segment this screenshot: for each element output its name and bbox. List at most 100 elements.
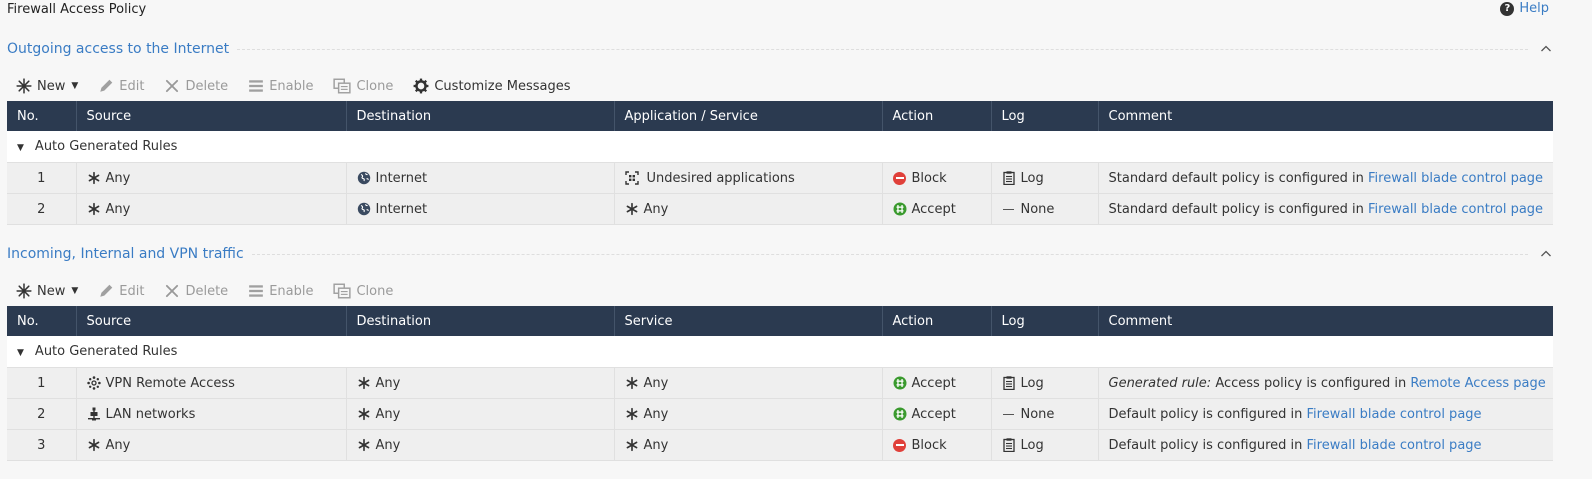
- rule-action: Block: [911, 170, 947, 186]
- clone-label: Clone: [356, 283, 394, 299]
- column-header-action[interactable]: Action: [882, 306, 992, 336]
- rule-service: Undesired applications: [646, 170, 795, 186]
- block-icon: [893, 171, 906, 185]
- delete-label: Delete: [185, 78, 229, 94]
- rule-comment: Default policy is configured in: [1108, 406, 1307, 422]
- rule-destination: Any: [375, 406, 401, 422]
- rule-source: Any: [105, 437, 131, 453]
- dropdown-caret-icon[interactable]: ▼: [71, 81, 78, 91]
- column-header-comment[interactable]: Comment: [1098, 101, 1553, 131]
- column-header-no[interactable]: No.: [7, 306, 77, 336]
- asterisk-icon: [357, 438, 371, 452]
- block-icon: [893, 438, 906, 452]
- rule-log: Log: [1020, 437, 1044, 453]
- table-header-row: No. Source Destination Service Action Lo…: [7, 306, 1553, 336]
- clone-button[interactable]: Clone: [333, 78, 393, 94]
- rule-destination: Internet: [375, 170, 428, 186]
- firewall-blade-control-page-link[interactable]: Firewall blade control page: [1307, 407, 1482, 422]
- rule-action: Accept: [911, 375, 956, 391]
- asterisk-icon: [87, 438, 101, 452]
- rule-log: None: [1020, 406, 1055, 422]
- firewall-blade-control-page-link[interactable]: Firewall blade control page: [1368, 171, 1543, 186]
- rule-source: Any: [105, 201, 131, 217]
- rule-service: Any: [643, 437, 669, 453]
- list-icon: [248, 283, 264, 299]
- table-row[interactable]: 2 Any Internet Any Accept None Standard …: [7, 193, 1553, 225]
- globe-icon: [357, 171, 371, 185]
- new-button[interactable]: New ▼: [16, 283, 78, 299]
- column-header-log[interactable]: Log: [991, 101, 1099, 131]
- delete-button[interactable]: Delete: [164, 283, 228, 299]
- expand-caret-icon[interactable]: ▼: [17, 143, 24, 153]
- column-header-source[interactable]: Source: [76, 306, 347, 336]
- column-header-service[interactable]: Application / Service: [614, 101, 883, 131]
- column-header-comment[interactable]: Comment: [1098, 306, 1553, 336]
- help-icon: ?: [1500, 1, 1515, 16]
- network-icon: [87, 407, 101, 421]
- section-title: Incoming, Internal and VPN traffic: [7, 246, 244, 262]
- rule-service: Any: [643, 375, 669, 391]
- pencil-icon: [98, 78, 114, 94]
- edit-button[interactable]: Edit: [98, 78, 144, 94]
- new-label: New: [37, 78, 66, 94]
- dropdown-caret-icon[interactable]: ▼: [71, 286, 78, 296]
- firewall-blade-control-page-link[interactable]: Firewall blade control page: [1307, 438, 1482, 453]
- remote-access-page-link[interactable]: Remote Access page: [1410, 376, 1545, 391]
- page-title: Firewall Access Policy: [7, 2, 147, 17]
- rule-source: Any: [105, 170, 131, 186]
- group-label: Auto Generated Rules: [34, 344, 178, 359]
- none-dash-icon: [1003, 208, 1014, 210]
- table-row[interactable]: 1 Any Internet Undesired applications Bl…: [7, 162, 1553, 194]
- rule-log: Log: [1020, 170, 1044, 186]
- rule-service: Any: [643, 201, 669, 217]
- column-header-action[interactable]: Action: [882, 101, 992, 131]
- new-icon: [16, 78, 32, 94]
- rule-comment: Default policy is configured in: [1108, 437, 1307, 453]
- table-row[interactable]: 3 Any Any Any Block Log Default policy i…: [7, 429, 1553, 461]
- log-icon: [1002, 376, 1016, 390]
- collapse-chevron-up-icon[interactable]: [1540, 248, 1552, 260]
- column-header-service[interactable]: Service: [614, 306, 883, 336]
- delete-button[interactable]: Delete: [164, 78, 228, 94]
- enable-button[interactable]: Enable: [248, 283, 313, 299]
- column-header-no[interactable]: No.: [7, 101, 77, 131]
- accept-icon: [893, 407, 907, 421]
- toolbar-incoming: New ▼ Edit Delete Enable Clone: [16, 281, 413, 301]
- new-label: New: [37, 283, 66, 299]
- enable-button[interactable]: Enable: [248, 78, 313, 94]
- edit-label: Edit: [119, 78, 145, 94]
- close-icon: [164, 283, 180, 299]
- column-header-log[interactable]: Log: [991, 306, 1099, 336]
- column-header-destination[interactable]: Destination: [346, 101, 615, 131]
- rule-action: Accept: [911, 201, 956, 217]
- rule-comment: Access policy is configured in: [1211, 375, 1411, 391]
- accept-icon: [893, 202, 907, 216]
- table-row[interactable]: 2 LAN networks Any Any Accept None Defau…: [7, 398, 1553, 430]
- rule-action: Accept: [911, 406, 956, 422]
- enable-label: Enable: [269, 283, 314, 299]
- close-icon: [164, 78, 180, 94]
- group-label: Auto Generated Rules: [34, 139, 178, 154]
- rule-log: Log: [1020, 375, 1044, 391]
- asterisk-icon: [357, 376, 371, 390]
- clone-icon: [333, 283, 351, 299]
- group-row[interactable]: ▼ Auto Generated Rules: [7, 336, 1553, 368]
- rule-comment-prefix: Generated rule:: [1108, 375, 1212, 391]
- rule-log: None: [1020, 201, 1055, 217]
- group-row[interactable]: ▼ Auto Generated Rules: [7, 131, 1553, 163]
- column-header-source[interactable]: Source: [76, 101, 347, 131]
- edit-button[interactable]: Edit: [98, 283, 144, 299]
- table-row[interactable]: 1 VPN Remote Access Any Any Accept Log G…: [7, 367, 1553, 399]
- table-header-row: No. Source Destination Application / Ser…: [7, 101, 1553, 131]
- clone-button[interactable]: Clone: [333, 283, 393, 299]
- asterisk-icon: [87, 202, 101, 216]
- column-header-destination[interactable]: Destination: [346, 306, 615, 336]
- collapse-chevron-up-icon[interactable]: [1540, 43, 1552, 55]
- customize-messages-button[interactable]: Customize Messages: [413, 78, 570, 94]
- help-link[interactable]: ? Help: [1500, 1, 1549, 16]
- clone-label: Clone: [356, 78, 394, 94]
- delete-label: Delete: [185, 283, 229, 299]
- firewall-blade-control-page-link[interactable]: Firewall blade control page: [1368, 202, 1543, 217]
- new-button[interactable]: New ▼: [16, 78, 78, 94]
- expand-caret-icon[interactable]: ▼: [17, 348, 24, 358]
